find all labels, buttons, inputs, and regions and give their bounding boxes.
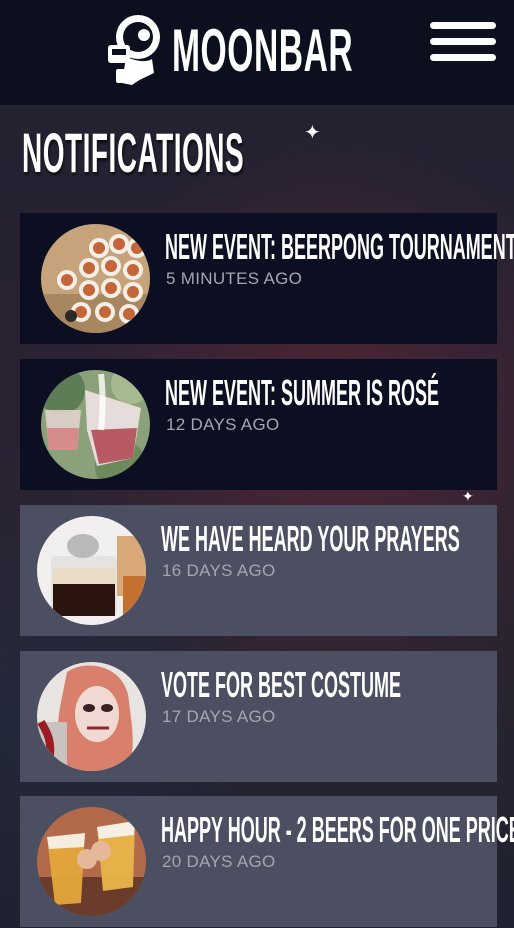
drink-glasses-image <box>37 516 146 625</box>
costume-person-image <box>37 662 146 771</box>
menu-button[interactable] <box>430 20 496 64</box>
notification-time: 5 MINUTES AGO <box>166 269 303 288</box>
notification-card[interactable]: WE HAVE HEARD YOUR PRAYERS 16 DAYS AGO <box>20 505 497 636</box>
top-bar: MOONBAR <box>0 0 514 105</box>
notification-card[interactable]: HAPPY HOUR - 2 BEERS FOR ONE PRICE! 20 D… <box>20 796 514 927</box>
menu-line <box>430 38 496 45</box>
notification-title: WE HAVE HEARD YOUR PRAYERS <box>161 518 460 559</box>
sparkle-icon: ✦ <box>304 122 321 144</box>
notification-title: NEW EVENT: SUMMER IS ROSÉ <box>165 372 440 413</box>
beer-toast-image <box>37 807 146 916</box>
astronaut-logo-icon <box>108 15 160 85</box>
notification-time: 20 DAYS AGO <box>162 852 276 871</box>
notification-time: 16 DAYS AGO <box>162 561 276 580</box>
notification-title: HAPPY HOUR - 2 BEERS FOR ONE PRICE! <box>161 809 514 850</box>
rose-wine-glass-image <box>41 370 150 479</box>
notification-title: NEW EVENT: BEERPONG TOURNAMENT <box>165 226 514 267</box>
notification-card[interactable]: NEW EVENT: SUMMER IS ROSÉ 12 DAYS AGO <box>20 359 497 490</box>
notification-time: 12 DAYS AGO <box>166 415 280 434</box>
notification-title: VOTE FOR BEST COSTUME <box>161 664 402 705</box>
page-title: NOTIFICATIONS <box>22 121 245 184</box>
menu-line <box>430 22 496 29</box>
notification-card[interactable]: NEW EVENT: BEERPONG TOURNAMENT 5 MINUTES… <box>20 213 514 344</box>
beerpong-cups-image <box>41 224 150 333</box>
notification-time: 17 DAYS AGO <box>162 707 276 726</box>
brand-name: MOONBAR <box>172 17 354 84</box>
menu-line <box>430 54 496 61</box>
notification-card[interactable]: VOTE FOR BEST COSTUME 17 DAYS AGO <box>20 651 497 782</box>
